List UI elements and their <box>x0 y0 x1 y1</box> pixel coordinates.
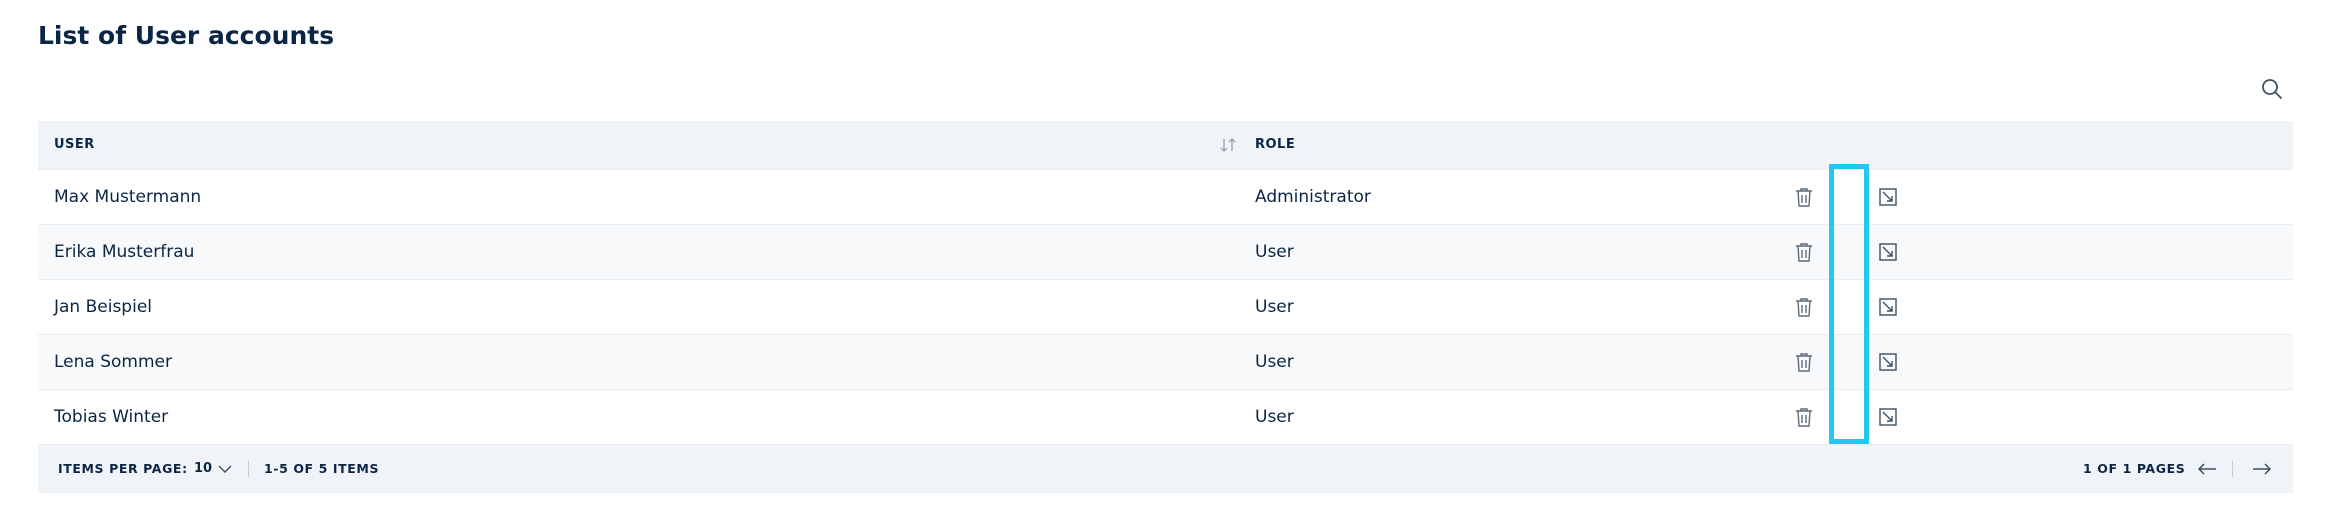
previous-page-button[interactable] <box>2194 457 2220 481</box>
search-icon <box>2262 79 2282 99</box>
user-name-cell: Erika Musterfrau <box>54 242 195 262</box>
edit-button[interactable] <box>1876 240 1900 264</box>
trash-icon <box>1796 353 1812 372</box>
delete-button[interactable] <box>1792 185 1816 209</box>
user-name-cell: Jan Beispiel <box>54 297 153 317</box>
column-header-user[interactable]: USER <box>54 121 95 169</box>
edit-icon <box>1879 188 1897 206</box>
edit-button[interactable] <box>1876 185 1900 209</box>
edit-button[interactable] <box>1876 350 1900 374</box>
trash-icon <box>1796 298 1812 317</box>
edit-button[interactable] <box>1876 405 1900 429</box>
search-button[interactable] <box>2259 76 2285 102</box>
divider <box>248 461 249 477</box>
next-page-button[interactable] <box>2249 457 2275 481</box>
items-per-page-label: ITEMS PER PAGE: <box>58 461 188 476</box>
edit-icon <box>1879 408 1897 426</box>
trash-icon <box>1796 188 1812 207</box>
user-name-cell: Lena Sommer <box>54 352 172 372</box>
item-range-text: 1-5 OF 5 ITEMS <box>264 461 380 476</box>
sort-user-button[interactable] <box>1218 135 1238 155</box>
role-cell: Administrator <box>1255 187 1371 207</box>
edit-icon <box>1879 298 1897 316</box>
table-row: Lena Sommer User <box>38 334 2293 389</box>
role-cell: User <box>1255 297 1294 317</box>
table-row: Tobias Winter User <box>38 389 2293 444</box>
table-header: USER ROLE <box>38 121 2293 169</box>
chevron-down-icon <box>218 465 232 473</box>
user-name-cell: Max Mustermann <box>54 187 202 207</box>
page-count-text: 1 OF 1 PAGES <box>2083 461 2186 476</box>
edit-icon <box>1879 353 1897 371</box>
trash-icon <box>1796 408 1812 427</box>
column-header-role: ROLE <box>1255 137 1296 152</box>
user-accounts-table: USER ROLE Max Mustermann Administrator E… <box>38 121 2293 493</box>
delete-button[interactable] <box>1792 350 1816 374</box>
table-row: Erika Musterfrau User <box>38 224 2293 279</box>
edit-button[interactable] <box>1876 295 1900 319</box>
page-title: List of User accounts <box>38 21 335 50</box>
user-name-cell: Tobias Winter <box>54 407 169 427</box>
arrow-left-icon <box>2197 463 2216 475</box>
role-cell: User <box>1255 352 1294 372</box>
role-cell: User <box>1255 407 1294 427</box>
role-cell: User <box>1255 242 1294 262</box>
delete-button[interactable] <box>1792 405 1816 429</box>
arrow-right-icon <box>2253 463 2272 475</box>
table-row: Jan Beispiel User <box>38 279 2293 334</box>
pagination-bar: ITEMS PER PAGE: 10 1-5 OF 5 ITEMS 1 OF 1… <box>38 444 2293 493</box>
table-row: Max Mustermann Administrator <box>38 169 2293 224</box>
sort-icon <box>1220 138 1236 152</box>
items-per-page-select[interactable]: 10 <box>194 445 232 493</box>
divider <box>2232 461 2233 477</box>
delete-button[interactable] <box>1792 240 1816 264</box>
delete-button[interactable] <box>1792 295 1816 319</box>
edit-icon <box>1879 243 1897 261</box>
items-per-page-value: 10 <box>194 461 213 476</box>
trash-icon <box>1796 243 1812 262</box>
